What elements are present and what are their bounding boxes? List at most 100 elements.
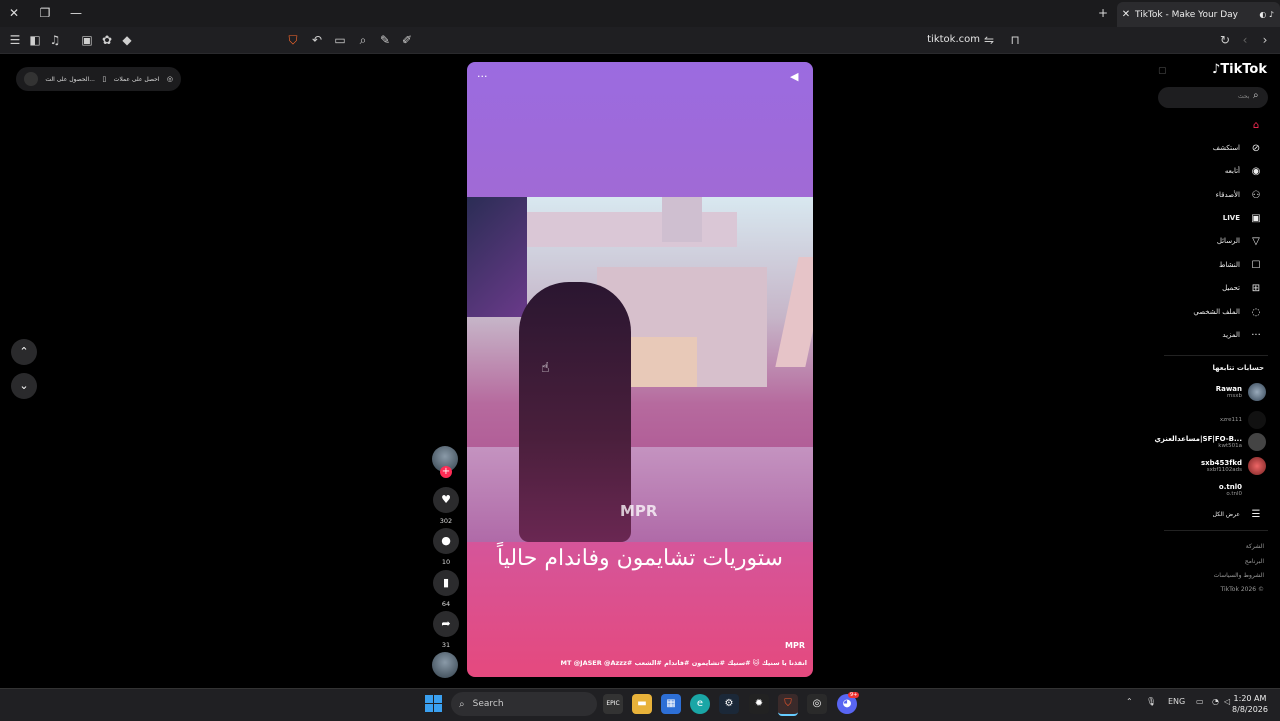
video-player[interactable]: ··· ◀ MPR ستوريات تشايمون وفاندام حالياً… [467, 62, 813, 677]
network-icon[interactable]: ◔ [1212, 697, 1219, 706]
video-author[interactable]: MPR [785, 641, 805, 650]
file-explorer-icon[interactable]: ▬ [632, 694, 652, 714]
like-action[interactable]: ♥ 302 [432, 487, 460, 525]
comment-action[interactable]: ● 10 [432, 528, 460, 566]
share-icon[interactable]: ➦ [433, 611, 459, 637]
discord-badge: 9+ [848, 692, 860, 698]
menu-icon[interactable]: ☰ [4, 27, 26, 53]
video-description[interactable]: انقذنا يا سنيك 🐱 #سنيك #تشايمون #فاندام … [527, 659, 807, 667]
translate-icon[interactable]: ✎ [374, 27, 396, 53]
promo-item-1[interactable]: احصل على عملات [114, 76, 160, 83]
bookmark-icon[interactable]: ⊓ [1004, 27, 1026, 53]
phone-icon: ▯ [102, 75, 107, 83]
address-bar[interactable]: tiktok.com [900, 27, 980, 53]
system-clock[interactable]: 1:20 AM 8/8/2026 [1230, 693, 1270, 715]
epic-games-icon[interactable]: EPIC [603, 694, 623, 714]
vpn-icon[interactable]: ◆ [116, 27, 138, 53]
account-avatar [1248, 411, 1266, 429]
nav-label: المزيد [1222, 331, 1240, 339]
save-action[interactable]: ▮ 64 [432, 570, 460, 608]
browser-tab[interactable]: ✕ TikTok - Make Your Day ◐ ♪ [1117, 2, 1280, 27]
tray-overflow-icon[interactable]: ⌃ [1126, 697, 1133, 706]
display-icon[interactable]: ▭ [1196, 697, 1204, 706]
nav-upload[interactable]: تحميل ⊞ [1222, 278, 1266, 298]
account-item[interactable]: مساعدالعنزي|SF|FO-B... kwt501a [1154, 431, 1266, 453]
footer-program[interactable]: البرنامج [1245, 558, 1264, 565]
next-video-button[interactable]: ⌄ [11, 373, 37, 399]
bookmark-save-icon[interactable]: ▮ [433, 570, 459, 596]
brave-shield-icon[interactable]: ⛉ [282, 27, 304, 53]
nav-following[interactable]: أتابعه ◉ [1225, 161, 1266, 181]
undo-icon[interactable]: ↶ [306, 27, 328, 53]
windows-start-icon[interactable] [425, 695, 442, 712]
collapse-sidebar-icon[interactable]: ▢ [1158, 66, 1167, 76]
search-page-icon[interactable]: ⌕ [352, 27, 374, 53]
sidebar-toggle-icon[interactable]: ◧ [24, 27, 46, 53]
music-icon[interactable]: ♫ [44, 27, 66, 53]
pen-icon[interactable]: ✐ [396, 27, 418, 53]
nav-label: أتابعه [1224, 167, 1240, 175]
see-all-link[interactable]: عرض الكل ☰ [1213, 504, 1266, 524]
account-handle: sxbf1102ads [1206, 467, 1242, 473]
forward-icon[interactable]: › [1254, 27, 1276, 53]
comment-count: 10 [441, 558, 451, 566]
site-settings-icon[interactable]: ⇋ [978, 27, 1000, 53]
back-icon[interactable]: ‹ [1234, 27, 1256, 53]
steam-icon[interactable]: ⚙ [719, 694, 739, 714]
brave-browser-icon[interactable]: ⛉ [778, 694, 798, 716]
tiktok-logo[interactable]: ♪TikTok [1205, 62, 1267, 77]
more-options-icon[interactable]: ··· [477, 70, 488, 83]
search-icon[interactable]: ⌕ [1253, 90, 1259, 101]
nav-friends[interactable]: الأصدقاء ⚇ [1216, 185, 1266, 205]
account-item[interactable]: Rawan msxb [1216, 381, 1266, 403]
account-item[interactable]: o.tnl0 o.tnl0 [1219, 479, 1266, 501]
nav-activity[interactable]: النشاط ☐ [1219, 255, 1266, 275]
settings-app-icon[interactable]: ✹ [749, 694, 769, 714]
footer-company[interactable]: الشركة [1246, 543, 1264, 550]
previous-video-button[interactable]: ⌃ [11, 339, 37, 365]
activity-icon: ☐ [1251, 259, 1261, 271]
new-tab-icon[interactable]: + [1089, 0, 1117, 27]
promo-item-2[interactable]: الحصول على الت... [45, 76, 95, 83]
promo-avatar[interactable] [24, 72, 38, 86]
music-disc-avatar[interactable] [432, 652, 460, 678]
nav-more[interactable]: المزيد ··· [1222, 325, 1266, 345]
language-indicator[interactable]: ENG [1168, 697, 1185, 706]
nav-explore[interactable]: استكشف ⊘ [1213, 138, 1266, 158]
microphone-icon[interactable]: 🎙 [1146, 697, 1156, 706]
close-window-icon[interactable]: ✕ [0, 0, 28, 27]
volume-icon[interactable]: ◀ [790, 70, 798, 83]
nav-live[interactable]: LIVE ▣ [1223, 208, 1266, 228]
nav-home[interactable]: ⌂ [1240, 115, 1266, 135]
account-avatar [1248, 433, 1266, 451]
account-avatar [1248, 383, 1266, 401]
reload-icon[interactable]: ↻ [1214, 27, 1236, 53]
close-tab-icon[interactable]: ✕ [1117, 9, 1135, 20]
extensions-icon[interactable]: ✿ [96, 27, 118, 53]
account-name: sxb453fkd [1200, 459, 1242, 467]
account-item[interactable]: sxb453fkd sxbf1102ads [1201, 455, 1266, 477]
comment-icon[interactable]: ● [433, 528, 459, 554]
more-icon: ··· [1251, 329, 1261, 341]
heart-icon[interactable]: ♥ [433, 487, 459, 513]
following-icon: ◉ [1251, 165, 1261, 177]
follow-plus-icon[interactable]: + [440, 466, 452, 478]
taskbar-search[interactable]: ⌕ Search [451, 692, 597, 716]
ship-sail [775, 257, 813, 367]
nav-profile[interactable]: الملف الشخصي ◌ [1193, 302, 1266, 322]
reader-icon[interactable]: ▭ [329, 27, 351, 53]
nav-messages[interactable]: الرسائل ▽ [1217, 231, 1266, 251]
app-icon[interactable]: ◎ [807, 694, 827, 714]
hooded-character [519, 282, 631, 542]
edge-icon[interactable]: e [690, 694, 710, 714]
tab-manager-icon[interactable]: ▣ [76, 27, 98, 53]
share-action[interactable]: ➦ 31 [432, 611, 460, 649]
minimize-window-icon[interactable]: — [62, 0, 90, 27]
search-input[interactable]: بحث ⌕ [1158, 87, 1268, 108]
account-name: Rawan [1215, 385, 1242, 393]
coin-icon: ◎ [166, 75, 173, 83]
microsoft-store-icon[interactable]: ▦ [661, 694, 681, 714]
footer-terms[interactable]: الشروط والسياسات [1214, 572, 1264, 579]
restore-window-icon[interactable]: ❐ [31, 0, 59, 27]
account-item[interactable]: xzre111 [1220, 409, 1266, 431]
